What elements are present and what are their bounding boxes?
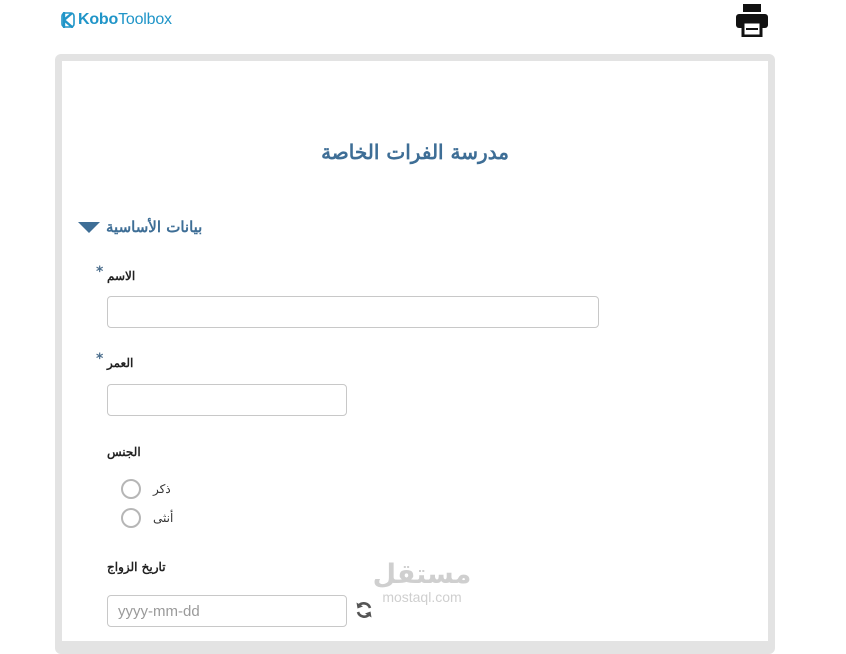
gender-option-label: أنثى [153, 511, 174, 525]
logo-text-bold: Kobo [78, 11, 119, 28]
kobotoolbox-logo: KoboToolbox [61, 10, 172, 30]
radio-button[interactable] [121, 508, 141, 528]
gender-option-label: ذكر [153, 482, 171, 496]
marriage-date-label: تاريخ الزواج [107, 560, 166, 574]
age-input[interactable] [107, 384, 347, 416]
print-button[interactable] [734, 4, 770, 38]
group-label: بيانات الأساسية [106, 218, 203, 236]
name-label: الاسم [107, 269, 136, 283]
gender-label: الجنس [107, 445, 141, 459]
logo-text-light: Toolbox [118, 11, 172, 28]
form-title: مدرسة الفرات الخاصة [321, 140, 509, 164]
watermark-latin: mostaql.com [382, 589, 462, 605]
group-toggle-basic-info[interactable]: بيانات الأساسية [78, 216, 202, 238]
kobo-logo-icon [61, 12, 75, 28]
caret-down-icon [78, 221, 100, 233]
gender-option-female[interactable]: أنثى [121, 508, 173, 528]
radio-button[interactable] [121, 479, 141, 499]
printer-icon [736, 4, 768, 38]
watermark-arabic: مستقل [372, 559, 472, 590]
mostaql-watermark: مستقل mostaql.com [368, 559, 476, 605]
name-input[interactable] [107, 296, 599, 328]
required-mark-age: * [96, 351, 104, 367]
marriage-date-input[interactable] [107, 595, 347, 627]
gender-option-male[interactable]: ذكر [121, 479, 171, 499]
required-mark-name: * [96, 264, 104, 280]
age-label: العمر [107, 356, 134, 370]
top-bar: KoboToolbox [0, 0, 846, 40]
